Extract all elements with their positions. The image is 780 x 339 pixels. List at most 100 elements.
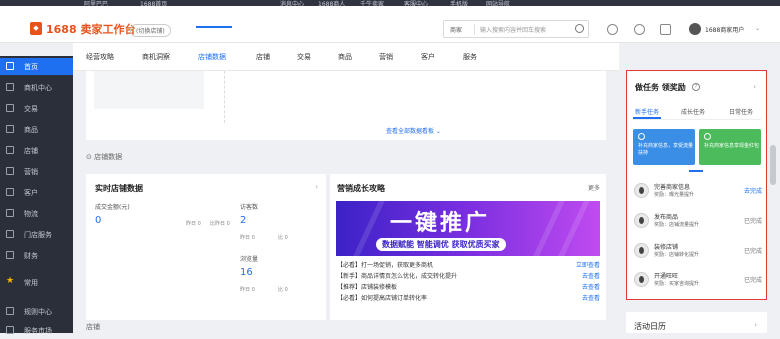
chevron-right-icon[interactable]: › xyxy=(754,321,757,329)
news-item[interactable]: 【推荐】店铺装修模板 xyxy=(337,282,397,291)
help-icon[interactable]: ? xyxy=(692,83,700,91)
metric-value[interactable]: 2 xyxy=(240,215,246,226)
task-item: 开通旺旺 奖励：买家咨询提升 已完成 xyxy=(634,270,764,298)
shop-icon xyxy=(6,146,14,154)
sidebar-item-finance[interactable]: 财务 xyxy=(0,247,73,264)
task-name: 开通旺旺 xyxy=(654,273,679,280)
news-link[interactable]: 立即查看 xyxy=(576,260,600,269)
metric-sub: 比昨日 0 xyxy=(210,221,230,227)
news-item[interactable]: 【新手】商品详情页怎么优化，成交转化提升 xyxy=(337,271,457,280)
search-box[interactable]: 商家 输入搜索内容并回车搜索 xyxy=(443,20,589,38)
tab-shop[interactable]: 店铺 xyxy=(256,52,270,62)
sidebar-item-label: 首页 xyxy=(24,63,38,71)
search-icon[interactable] xyxy=(575,24,584,33)
tab-active-indicator xyxy=(633,117,661,119)
metric-sub: 比 0 xyxy=(278,287,288,293)
sidebar-item-label: 财务 xyxy=(24,252,38,260)
lead-icon xyxy=(6,83,14,91)
sidebar-item-label: 商机中心 xyxy=(24,84,52,92)
sidebar-item-home[interactable]: 首页 xyxy=(0,58,73,75)
sidebar-item-label: 商品 xyxy=(24,126,38,134)
rule-icon xyxy=(6,307,14,315)
message-icon[interactable] xyxy=(607,24,618,35)
tab-marketing[interactable]: 营销 xyxy=(379,52,393,62)
sidebar-item-label: 门店服务 xyxy=(24,231,52,239)
sidebar: 首页 商机中心 交易 商品 店铺 营销 客户 物流 门店服务 财务 ★ 常用 规则… xyxy=(0,56,73,335)
search-type-select[interactable]: 商家 xyxy=(450,25,462,34)
marketing-icon xyxy=(6,167,14,175)
tab-trade[interactable]: 交易 xyxy=(297,52,311,62)
switch-shop-badge[interactable]: (切换店铺) xyxy=(130,24,171,37)
data-board-panel: 查看全部数据看板 ⌄ xyxy=(86,71,606,140)
settings-icon[interactable] xyxy=(634,24,645,35)
plus-icon xyxy=(704,133,711,140)
promo-card-text: 补充商家信息享现金红包 xyxy=(704,143,760,149)
promo-banner[interactable]: 一键推广 数据赋能 智能调优 获取优质买家 xyxy=(336,201,600,256)
sidebar-item-trade[interactable]: 交易 xyxy=(0,100,73,117)
realtime-shop-data-card: 实时店铺数据 › 成交金额(元) 0 昨日 0 比昨日 0 访客数 2 昨日 0… xyxy=(86,174,326,320)
card-title: 实时店铺数据 xyxy=(95,184,143,193)
metric-sub: 昨日 0 xyxy=(186,221,201,227)
sidebar-item-favorites[interactable]: ★ 常用 xyxy=(0,274,73,291)
sidebar-item-shop[interactable]: 店铺 xyxy=(0,142,73,159)
sidebar-item-goods[interactable]: 商品 xyxy=(0,121,73,138)
chevron-right-icon[interactable]: › xyxy=(753,83,756,91)
metric-label: 成交金额(元) xyxy=(95,204,130,211)
sidebar-item-leads[interactable]: 商机中心 xyxy=(0,79,73,96)
sidebar-item-label: 常用 xyxy=(24,279,38,287)
task-desc: 奖励：买家咨询提升 xyxy=(654,281,700,287)
metric-sub: 比 0 xyxy=(278,235,288,241)
user-name[interactable]: 1688商家用户 xyxy=(705,25,744,34)
tab-newbie-tasks[interactable]: 新手任务 xyxy=(635,107,659,116)
tab-strategy[interactable]: 经营攻略 xyxy=(86,52,114,62)
promo-card-blue[interactable]: 补充商家信息，享受流量扶持 xyxy=(633,129,695,165)
section-title: 店铺 xyxy=(86,323,100,331)
sidebar-item-marketing[interactable]: 营销 xyxy=(0,163,73,180)
news-item[interactable]: 【必看】如何提高店铺订单转化率 xyxy=(337,293,427,302)
edit-icon[interactable] xyxy=(660,24,671,35)
task-item: 装修店铺 奖励：店铺转化提升 已完成 xyxy=(634,241,764,269)
chevron-down-icon[interactable]: ⌄ xyxy=(755,25,760,32)
task-status: 已完成 xyxy=(743,277,762,284)
task-name: 发布商品 xyxy=(654,214,679,221)
metric-value[interactable]: 16 xyxy=(240,267,253,278)
promo-card-green[interactable]: 补充商家信息享现金红包 xyxy=(699,129,761,165)
page-scrollbar[interactable] xyxy=(770,145,776,185)
carousel-indicator[interactable] xyxy=(689,170,703,172)
tab-shop-data[interactable]: 店铺数据 xyxy=(198,52,226,62)
tab-goods[interactable]: 商品 xyxy=(338,52,352,62)
tab-daily-tasks[interactable]: 日常任务 xyxy=(729,107,753,116)
logistics-icon xyxy=(6,209,14,217)
metric-value[interactable]: 0 xyxy=(95,215,101,226)
task-action-button[interactable]: 去完成 xyxy=(744,186,762,195)
promo-stripe xyxy=(533,201,565,256)
news-link[interactable]: 去查看 xyxy=(582,282,600,291)
tab-customer[interactable]: 客户 xyxy=(421,52,435,62)
chevron-right-icon[interactable]: › xyxy=(315,183,318,191)
sidebar-item-logistics[interactable]: 物流 xyxy=(0,205,73,222)
news-link[interactable]: 去查看 xyxy=(582,293,600,302)
more-link[interactable]: 更多 xyxy=(588,183,600,192)
sidebar-item-customer[interactable]: 客户 xyxy=(0,184,73,201)
view-all-boards-link[interactable]: 查看全部数据看板 ⌄ xyxy=(386,126,441,135)
card-title: 营销成长攻略 xyxy=(337,184,385,193)
news-item[interactable]: 【必看】打一场促销，获取更多商机 xyxy=(337,260,433,269)
app-header: ◆ 1688 卖家工作台 (切换店铺) 商家 输入搜索内容并回车搜索 1688商… xyxy=(0,6,780,43)
brand-title[interactable]: 1688 卖家工作台 xyxy=(46,21,135,37)
customer-icon xyxy=(6,188,14,196)
sidebar-item-rules[interactable]: 规则中心 xyxy=(0,303,73,320)
sidebar-item-label: 店铺 xyxy=(24,147,38,155)
sidebar-item-service[interactable]: 门店服务 xyxy=(0,226,73,243)
sidebar-item-label: 营销 xyxy=(24,168,38,176)
news-link[interactable]: 去查看 xyxy=(582,271,600,280)
sidebar-item-label: 客户 xyxy=(24,189,38,197)
tab-service[interactable]: 服务 xyxy=(463,52,477,62)
tab-insight[interactable]: 商机洞察 xyxy=(142,52,170,62)
search-input[interactable]: 输入搜索内容并回车搜索 xyxy=(480,25,546,34)
avatar xyxy=(634,213,649,228)
logo-icon[interactable]: ◆ xyxy=(30,22,42,35)
tab-growth-tasks[interactable]: 成长任务 xyxy=(681,107,705,116)
sidebar-item-market[interactable]: 服务市场 xyxy=(0,322,73,339)
avatar[interactable] xyxy=(689,23,701,35)
search-divider xyxy=(474,24,475,35)
